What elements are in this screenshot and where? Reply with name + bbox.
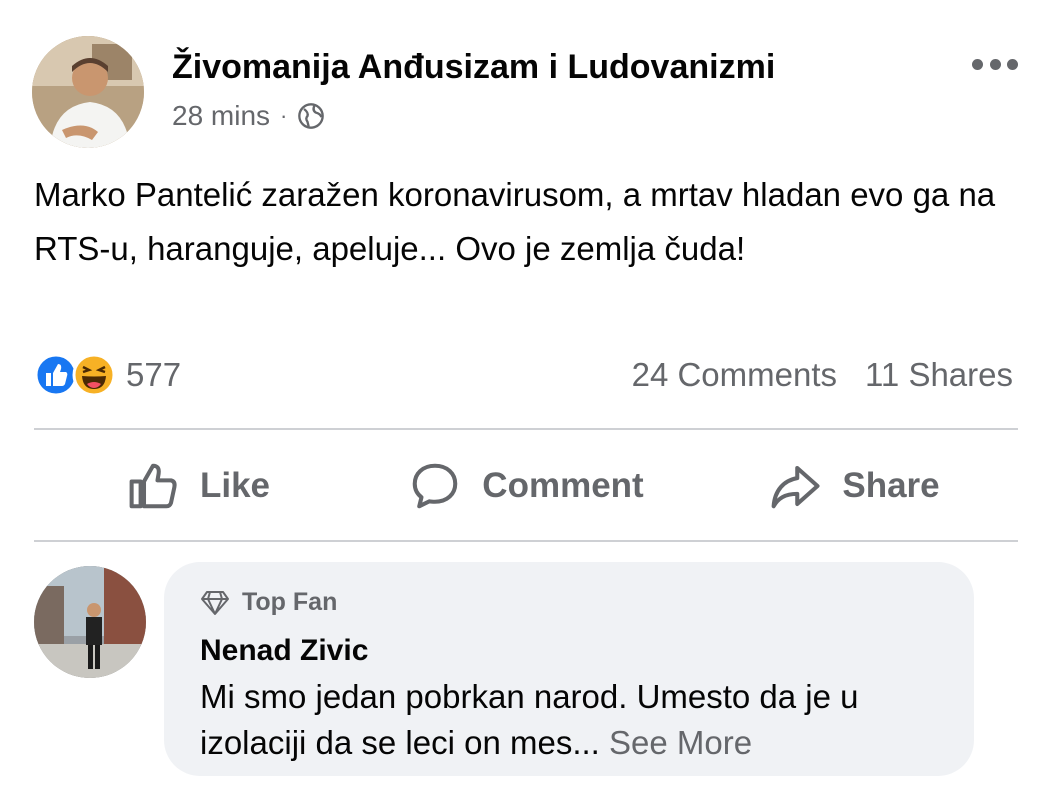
post-author-name[interactable]: Živomanija Anđusizam i Ludovanizmi [172, 48, 775, 87]
diamond-icon [201, 590, 229, 615]
more-dot [1007, 58, 1018, 70]
commenter-avatar[interactable] [34, 566, 146, 678]
like-button[interactable]: Like [34, 434, 362, 538]
comment-body: Mi smo jedan pobrkan narod. Umesto da je… [200, 678, 859, 761]
reaction-count: 577 [126, 356, 182, 393]
reaction-summary[interactable]: 577 [34, 352, 181, 398]
speech-bubble-icon [413, 463, 458, 509]
comment-bubble: Top Fan Nenad Zivic Mi smo jedan pobrkan… [164, 562, 974, 776]
more-dot [989, 58, 1001, 70]
like-button-label: Like [199, 466, 271, 505]
engagement-counts: 24 Comments 11 Shares [632, 352, 1013, 398]
comments-count-link[interactable]: 24 Comments [632, 356, 837, 394]
comment-text: Mi smo jedan pobrkan narod. Umesto da je… [200, 674, 950, 766]
meta-separator: · [280, 103, 288, 128]
post-header: Živomanija Anđusizam i Ludovanizmi 28 mi… [32, 36, 1032, 148]
haha-reaction-icon [72, 353, 116, 397]
see-more-link[interactable]: See More [609, 724, 752, 761]
divider-bottom [34, 540, 1018, 542]
author-photo [32, 36, 144, 148]
commenter-photo [34, 566, 146, 678]
thumbs-up-icon [129, 463, 177, 509]
shares-count-link[interactable]: 11 Shares [865, 356, 1013, 394]
share-button-label: Share [842, 466, 940, 505]
more-dot [972, 58, 983, 70]
divider-top [34, 428, 1018, 430]
post-action-bar: Like Comment Share [34, 434, 1018, 538]
facebook-post: Živomanija Anđusizam i Ludovanizmi 28 mi… [0, 0, 1051, 800]
top-fan-badge: Top Fan [200, 588, 337, 617]
globe-icon[interactable] [297, 102, 325, 130]
author-avatar[interactable] [32, 36, 144, 148]
more-options-icon[interactable] [972, 54, 1018, 74]
post-timestamp[interactable]: 28 mins [172, 100, 270, 132]
comment-button[interactable]: Comment [362, 434, 690, 538]
post-body-text: Marko Pantelić zaražen koronavirusom, a … [34, 176, 996, 267]
post-meta: 28 mins · [172, 100, 325, 132]
top-comment: Top Fan Nenad Zivic Mi smo jedan pobrkan… [32, 560, 1032, 790]
commenter-name[interactable]: Nenad Zivic [200, 634, 368, 668]
share-arrow-icon [771, 465, 820, 509]
comment-button-label: Comment [482, 466, 644, 505]
share-button[interactable]: Share [690, 434, 1018, 538]
top-fan-label: Top Fan [242, 588, 338, 616]
